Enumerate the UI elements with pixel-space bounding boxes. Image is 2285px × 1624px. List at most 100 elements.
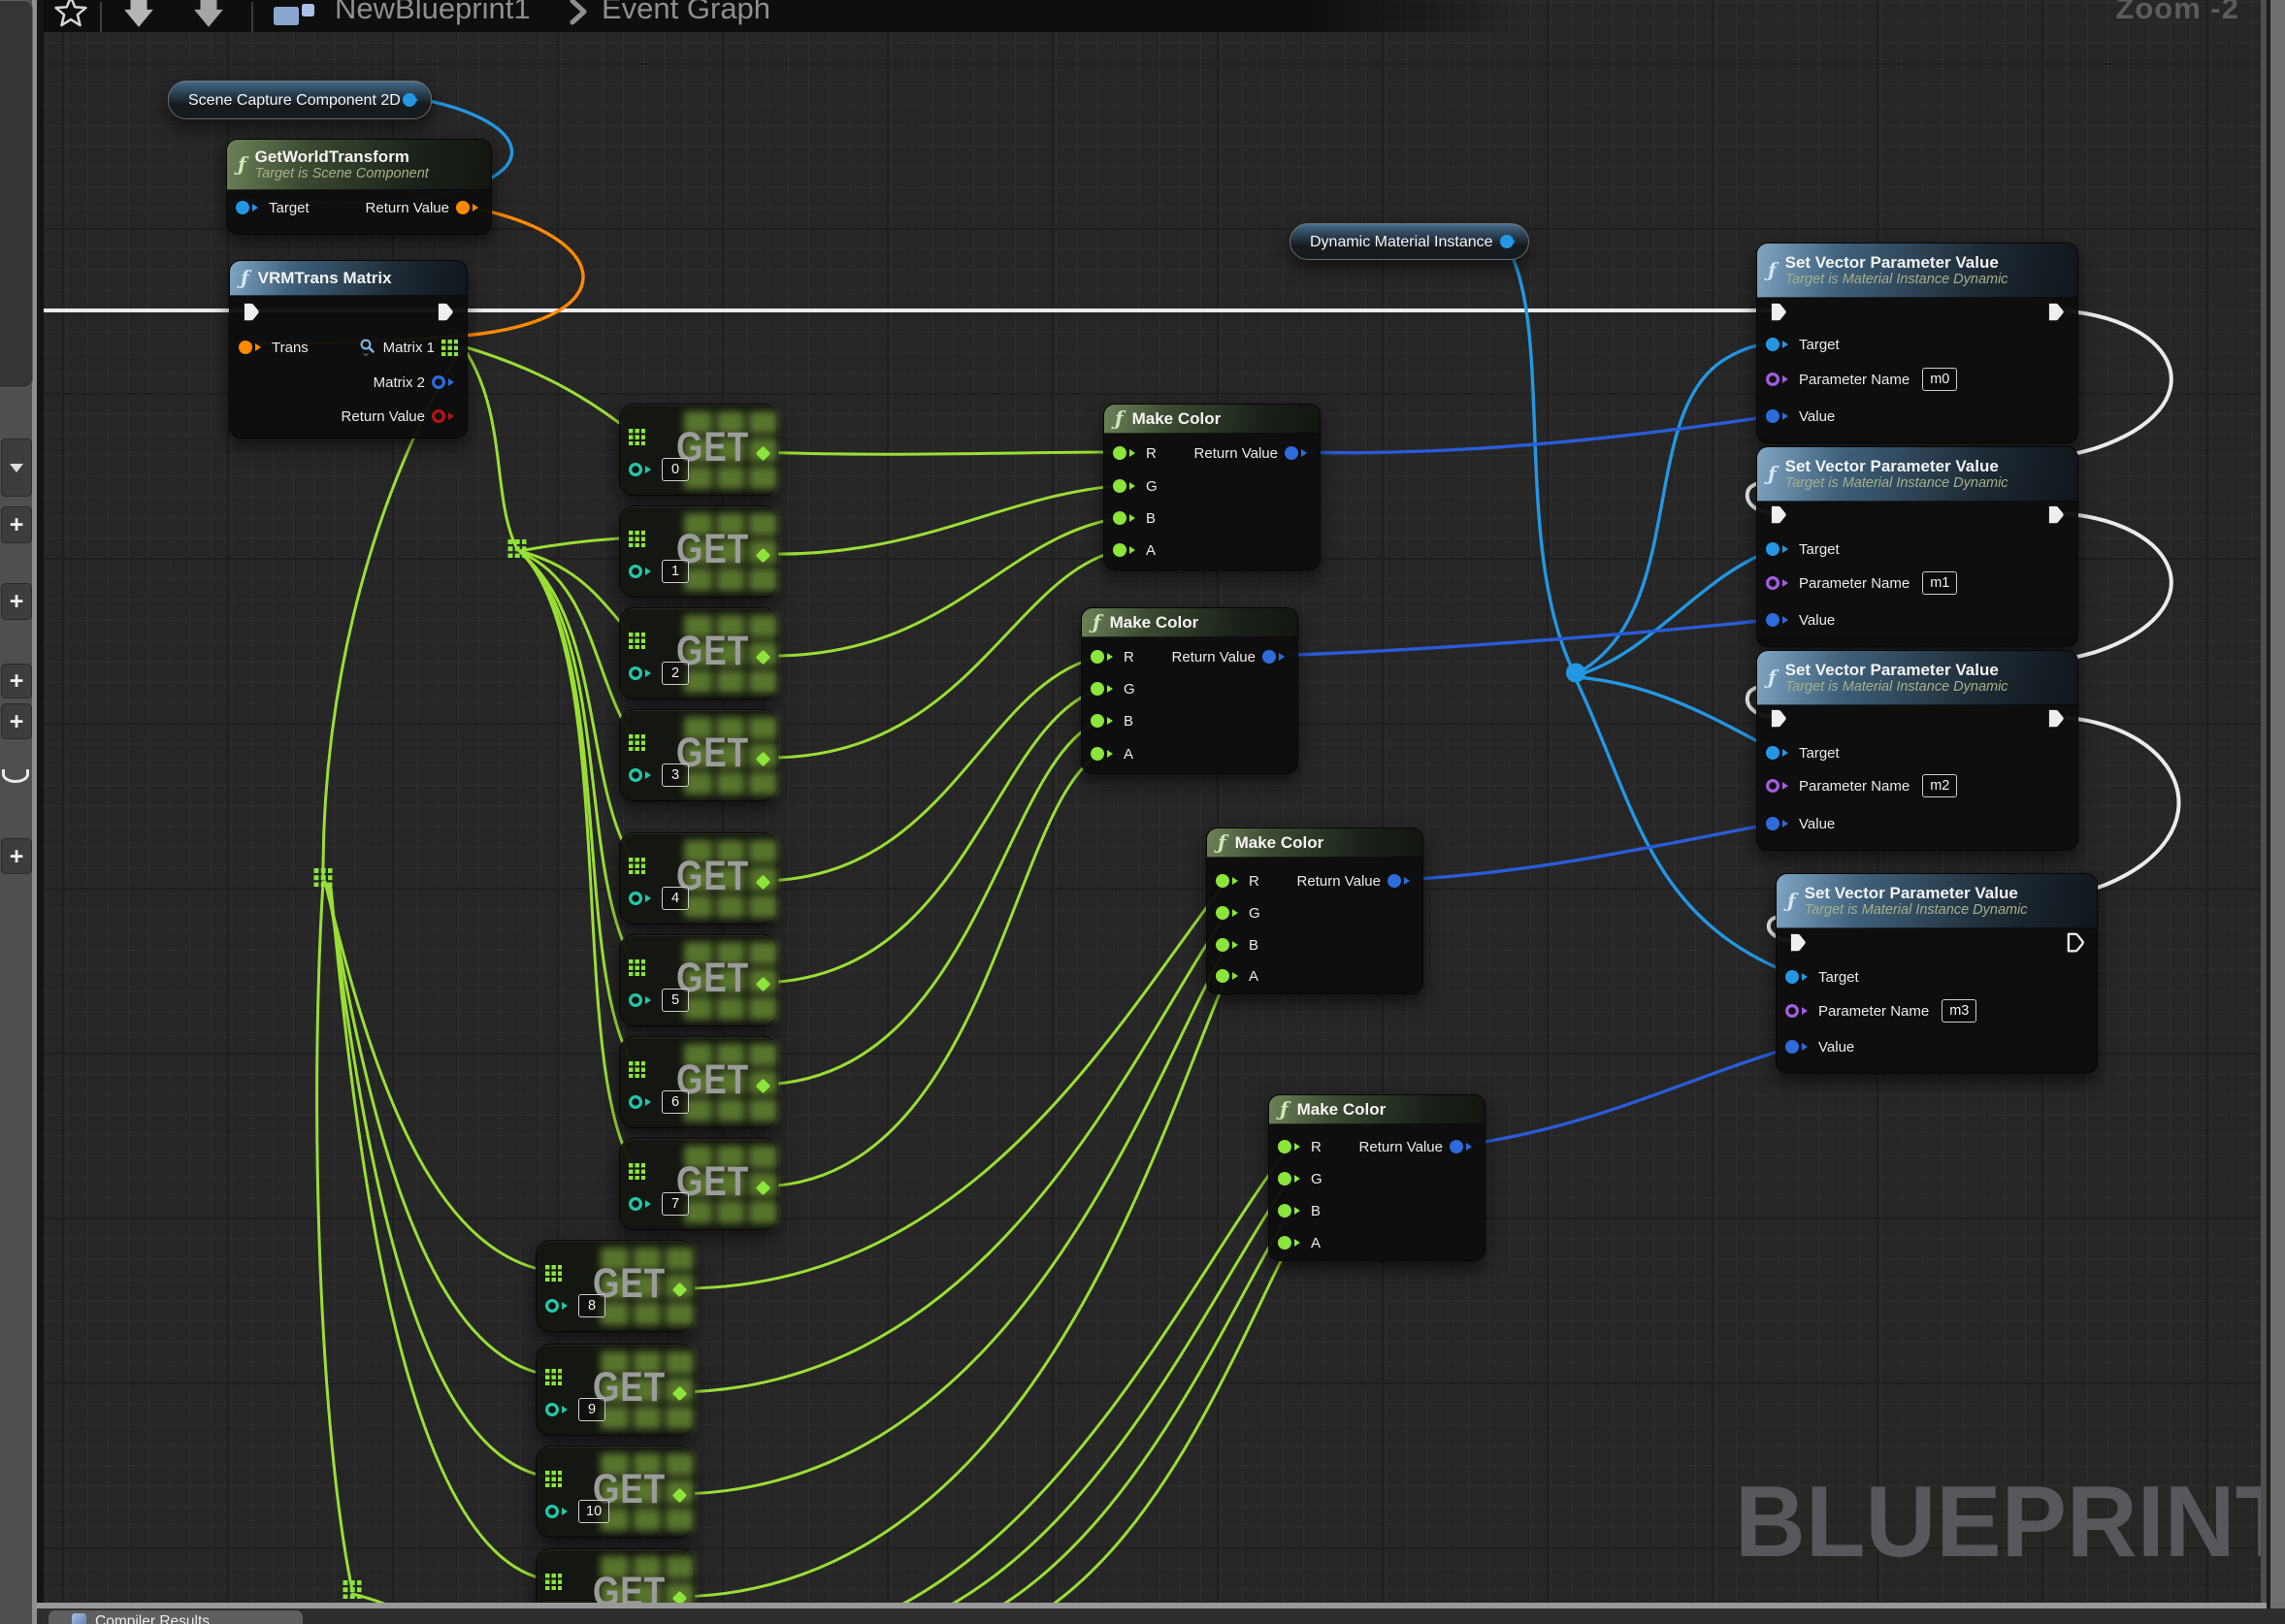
- b-pin[interactable]: B: [1113, 506, 1156, 530]
- node-get-world-transform[interactable]: ƒGetWorldTransformTarget is Scene Compon…: [226, 139, 492, 235]
- r-pin[interactable]: R: [1278, 1135, 1322, 1158]
- node-get-11[interactable]: GET11: [536, 1548, 695, 1603]
- index-input-pin[interactable]: 1: [629, 560, 689, 583]
- r-pin[interactable]: R: [1113, 441, 1157, 465]
- node-set-vector-param-3[interactable]: ƒSet Vector Parameter ValueTarget is Mat…: [1776, 873, 2098, 1074]
- node-set-vector-param-2[interactable]: ƒSet Vector Parameter ValueTarget is Mat…: [1756, 650, 2078, 851]
- index-value[interactable]: 1: [662, 560, 689, 583]
- array-input-pin[interactable]: [629, 629, 645, 652]
- exec-out-pin[interactable]: [2044, 300, 2068, 328]
- a-pin[interactable]: A: [1113, 538, 1156, 562]
- value-pin[interactable]: Value: [1785, 1035, 1854, 1058]
- index-value[interactable]: 3: [662, 763, 689, 787]
- element-output-pin[interactable]: [758, 645, 768, 668]
- index-input-pin[interactable]: 5: [629, 989, 689, 1012]
- breadcrumb-root[interactable]: NewBlueprint1: [335, 0, 531, 26]
- element-output-pin[interactable]: [758, 441, 768, 465]
- reroute-knot-knot-array-1[interactable]: [508, 539, 527, 563]
- add-button[interactable]: +: [1, 838, 32, 874]
- array-input-pin[interactable]: [545, 1570, 562, 1593]
- array-input-pin[interactable]: [545, 1467, 562, 1490]
- scrollbar-thumb[interactable]: [2270, 0, 2285, 1624]
- target-pin[interactable]: Target: [236, 196, 310, 219]
- element-output-pin[interactable]: [758, 543, 768, 567]
- target-pin[interactable]: Target: [1766, 741, 1840, 764]
- index-input-pin[interactable]: 8: [545, 1294, 605, 1317]
- r-pin[interactable]: R: [1091, 645, 1134, 668]
- element-output-pin[interactable]: [758, 747, 768, 770]
- node-get-2[interactable]: GET2: [619, 607, 778, 699]
- g-pin[interactable]: G: [1216, 901, 1260, 925]
- exec-out-pin[interactable]: [434, 300, 457, 328]
- g-pin[interactable]: G: [1278, 1167, 1322, 1190]
- node-get-6[interactable]: GET6: [619, 1036, 778, 1128]
- return-value-pin[interactable]: Return Value: [1172, 645, 1289, 668]
- array-input-pin[interactable]: [545, 1261, 562, 1284]
- nav-forward-icon[interactable]: [191, 0, 226, 29]
- index-value[interactable]: 4: [662, 887, 689, 910]
- add-button[interactable]: +: [1, 664, 32, 698]
- value-pin[interactable]: Value: [1766, 812, 1835, 835]
- a-pin[interactable]: A: [1216, 964, 1258, 988]
- return-value-pin[interactable]: Return Value: [342, 405, 458, 428]
- node-get-0[interactable]: GET0: [619, 404, 778, 496]
- array-input-pin[interactable]: [629, 527, 645, 550]
- return-value-pin[interactable]: Return Value: [1297, 869, 1414, 893]
- node-get-5[interactable]: GET5: [619, 934, 778, 1026]
- b-pin[interactable]: B: [1216, 933, 1258, 957]
- parameter-name-value[interactable]: m3: [1942, 999, 1976, 1023]
- parameter-name-value[interactable]: m1: [1922, 571, 1957, 595]
- arc-icon[interactable]: [1, 764, 30, 788]
- a-pin[interactable]: A: [1091, 742, 1133, 765]
- exec-in-pin[interactable]: [1767, 300, 1790, 328]
- trans-pin[interactable]: Trans: [239, 336, 309, 359]
- array-input-pin[interactable]: [629, 854, 645, 877]
- reroute-knot-knot-array-3[interactable]: [343, 1580, 362, 1603]
- node-dynamic-material-instance[interactable]: Dynamic Material Instance: [1289, 223, 1529, 260]
- index-input-pin[interactable]: 4: [629, 887, 689, 910]
- node-get-3[interactable]: GET3: [619, 709, 778, 801]
- section-dropdown-button[interactable]: [1, 438, 32, 497]
- node-get-8[interactable]: GET8: [536, 1240, 695, 1332]
- b-pin[interactable]: B: [1091, 709, 1133, 732]
- element-output-pin[interactable]: [758, 972, 768, 995]
- node-make-color-4[interactable]: ƒMake ColorRGBAReturn Value: [1268, 1094, 1485, 1261]
- exec-out-pin[interactable]: [2044, 706, 2068, 734]
- index-value[interactable]: 7: [662, 1192, 689, 1216]
- event-graph-canvas[interactable]: BLUEPRINT Scene Capture Component 2DDyna…: [44, 0, 2261, 1603]
- index-input-pin[interactable]: 6: [629, 1090, 689, 1114]
- node-get-7[interactable]: GET7: [619, 1138, 778, 1230]
- element-output-pin[interactable]: [758, 1074, 768, 1097]
- favorite-star-icon[interactable]: [54, 0, 87, 28]
- element-output-pin[interactable]: [674, 1586, 685, 1603]
- node-set-vector-param-1[interactable]: ƒSet Vector Parameter ValueTarget is Mat…: [1756, 446, 2078, 647]
- output-pin[interactable]: [1500, 235, 1519, 248]
- node-make-color-1[interactable]: ƒMake ColorRGBAReturn Value: [1103, 404, 1321, 570]
- value-pin[interactable]: Value: [1766, 608, 1835, 632]
- array-input-pin[interactable]: [629, 425, 645, 448]
- element-output-pin[interactable]: [758, 870, 768, 893]
- exec-out-pin[interactable]: [2064, 930, 2087, 958]
- return-value-pin[interactable]: Return Value: [1194, 441, 1311, 465]
- parameter-name-pin[interactable]: Parameter Namem3: [1785, 999, 1976, 1023]
- g-pin[interactable]: G: [1113, 474, 1158, 498]
- reroute-knot-knot-target[interactable]: [1566, 664, 1585, 688]
- node-get-10[interactable]: GET10: [536, 1445, 695, 1538]
- array-input-pin[interactable]: [629, 956, 645, 979]
- reroute-knot-knot-array-2[interactable]: [314, 868, 333, 892]
- target-pin[interactable]: Target: [1785, 965, 1859, 989]
- compiler-results-tab[interactable]: Compiler Results: [49, 1610, 303, 1624]
- node-get-1[interactable]: GET1: [619, 505, 778, 598]
- exec-in-pin[interactable]: [1767, 503, 1790, 531]
- element-output-pin[interactable]: [674, 1483, 685, 1507]
- exec-in-pin[interactable]: [1786, 930, 1810, 958]
- index-value[interactable]: 6: [662, 1090, 689, 1114]
- add-button[interactable]: +: [1, 583, 32, 620]
- value-pin[interactable]: Value: [1766, 405, 1835, 428]
- element-output-pin[interactable]: [674, 1381, 685, 1405]
- add-button[interactable]: +: [1, 506, 32, 543]
- index-input-pin[interactable]: 7: [629, 1192, 689, 1216]
- node-make-color-3[interactable]: ƒMake ColorRGBAReturn Value: [1206, 828, 1423, 994]
- exec-out-pin[interactable]: [2044, 503, 2068, 531]
- array-input-pin[interactable]: [545, 1365, 562, 1388]
